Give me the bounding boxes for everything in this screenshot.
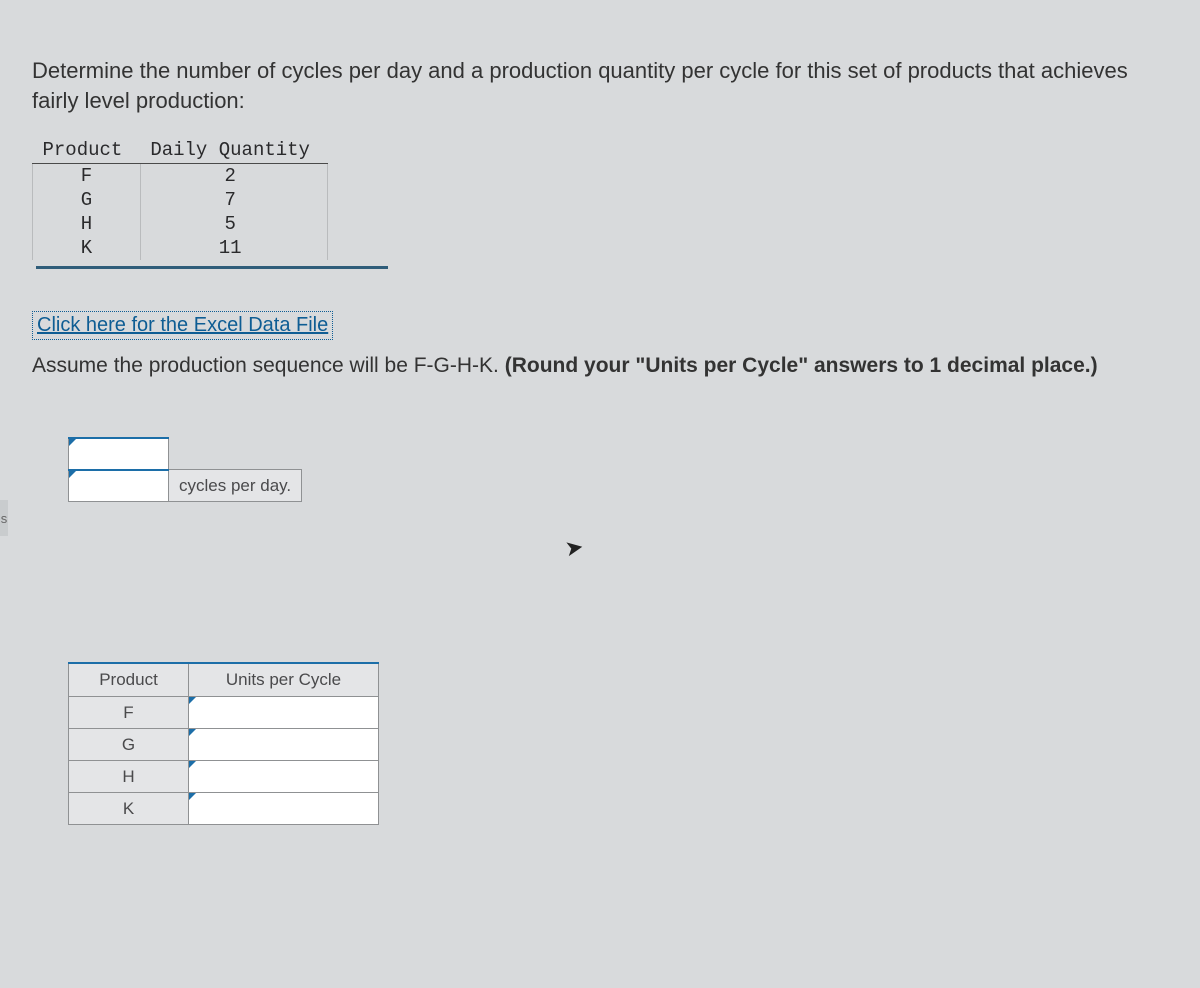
header-daily-quantity: Daily Quantity — [140, 137, 328, 164]
edit-corner-icon — [69, 471, 76, 478]
table-row: K 11 — [33, 236, 328, 260]
table-underline — [36, 266, 388, 269]
question-prompt: Determine the number of cycles per day a… — [32, 56, 1132, 115]
instruction-bold: (Round your "Units per Cycle" answers to… — [505, 354, 1098, 377]
cell-product: F — [33, 164, 141, 189]
edit-corner-icon — [189, 761, 196, 768]
instruction-text: Assume the production sequence will be F… — [32, 352, 1132, 380]
edit-corner-icon — [69, 439, 76, 446]
edit-corner-icon — [189, 697, 196, 704]
header-product: Product — [33, 137, 141, 164]
table-row: G — [69, 729, 379, 761]
cell-product: K — [33, 236, 141, 260]
cell-product: F — [69, 697, 189, 729]
table-row: H — [69, 761, 379, 793]
cell-product: H — [33, 212, 141, 236]
excel-data-file-link[interactable]: Click here for the Excel Data File — [32, 311, 333, 340]
units-input-H[interactable] — [189, 761, 379, 793]
cycles-per-day-label: cycles per day. — [169, 470, 302, 502]
header-product: Product — [69, 663, 189, 697]
table-row: G 7 — [33, 188, 328, 212]
header-units-per-cycle: Units per Cycle — [189, 663, 379, 697]
table-row: H 5 — [33, 212, 328, 236]
table-row: F 2 — [33, 164, 328, 189]
edit-corner-icon — [189, 793, 196, 800]
units-input-F[interactable] — [189, 697, 379, 729]
units-per-cycle-table: Product Units per Cycle F G H K — [68, 662, 379, 825]
cell-qty: 5 — [140, 212, 328, 236]
table-row: F — [69, 697, 379, 729]
edit-corner-icon — [189, 729, 196, 736]
cell-qty: 2 — [140, 164, 328, 189]
units-per-cycle-answer-block: Product Units per Cycle F G H K — [68, 662, 1170, 825]
cell-product: K — [69, 793, 189, 825]
question-page: Determine the number of cycles per day a… — [0, 0, 1200, 855]
cell-product: G — [69, 729, 189, 761]
answer-block: cycles per day. — [68, 437, 1170, 503]
cycles-per-day-input-group: cycles per day. — [68, 437, 302, 503]
page-edge-marker: s — [0, 500, 8, 536]
units-input-K[interactable] — [189, 793, 379, 825]
table-row: K — [69, 793, 379, 825]
cell-product: H — [69, 761, 189, 793]
instruction-pre: Assume the production sequence will be F… — [32, 354, 505, 377]
cell-product: G — [33, 188, 141, 212]
cell-qty: 7 — [140, 188, 328, 212]
units-input-G[interactable] — [189, 729, 379, 761]
cycles-per-day-input-2[interactable] — [69, 470, 169, 502]
cycles-per-day-input[interactable] — [69, 438, 169, 470]
cell-qty: 11 — [140, 236, 328, 260]
daily-quantity-table: Product Daily Quantity F 2 G 7 H 5 K 11 — [32, 137, 328, 260]
